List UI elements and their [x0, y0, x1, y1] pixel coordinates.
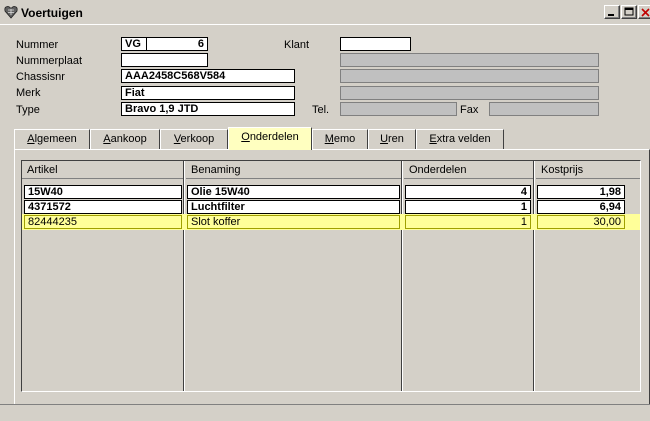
column-separator[interactable]	[533, 161, 535, 391]
status-bar	[0, 404, 650, 421]
column-header-artikel[interactable]: Artikel	[22, 161, 184, 179]
fax-label: Fax	[460, 104, 479, 116]
type-field[interactable]: Bravo 1,9 JTD	[121, 102, 295, 116]
klant-address-field	[340, 69, 599, 83]
window-title: Voertuigen	[21, 6, 83, 20]
cell-kostprijs[interactable]: 1,98	[537, 185, 625, 199]
tab-onderdelen[interactable]: Onderdelen	[228, 127, 312, 150]
tab-memo[interactable]: Memo	[312, 129, 368, 149]
nummerplaat-label: Nummerplaat	[16, 55, 83, 67]
fax-field	[489, 102, 599, 116]
close-icon	[641, 8, 650, 17]
close-button[interactable]	[638, 5, 650, 19]
cell-artikel[interactable]: 4371572	[24, 200, 182, 214]
cell-benaming[interactable]: Olie 15W40	[187, 185, 400, 199]
cell-onderdelen[interactable]: 4	[405, 185, 531, 199]
heart-shield-icon	[4, 6, 18, 19]
tel-field	[340, 102, 457, 116]
column-separator[interactable]	[183, 161, 185, 391]
type-label: Type	[16, 104, 40, 116]
chassisnr-label: Chassisnr	[16, 71, 65, 83]
column-header-benaming[interactable]: Benaming	[186, 161, 402, 179]
maximize-button[interactable]	[621, 5, 637, 19]
klant-field[interactable]	[340, 37, 411, 51]
cell-artikel[interactable]: 15W40	[24, 185, 182, 199]
klant-name-field	[340, 53, 599, 67]
merk-label: Merk	[16, 87, 41, 99]
column-separator[interactable]	[401, 161, 403, 391]
title-bar[interactable]	[0, 0, 650, 25]
nummer-label: Nummer	[16, 39, 59, 51]
nummer-field[interactable]: 6	[146, 37, 208, 51]
merk-field[interactable]: Fiat	[121, 86, 295, 100]
tab-uren[interactable]: Uren	[368, 129, 416, 149]
tel-label: Tel.	[312, 104, 330, 116]
tab-algemeen[interactable]: Algemeen	[14, 129, 90, 149]
cell-benaming[interactable]: Slot koffer	[187, 215, 400, 229]
maximize-icon	[624, 7, 634, 16]
tab-aankoop[interactable]: Aankoop	[90, 129, 160, 149]
minimize-icon	[608, 14, 614, 16]
tab-extra-velden[interactable]: Extra velden	[416, 129, 504, 149]
cell-kostprijs[interactable]: 6,94	[537, 200, 625, 214]
cell-onderdelen[interactable]: 1	[405, 200, 531, 214]
column-header-kostprijs[interactable]: Kostprijs	[536, 161, 640, 179]
cell-kostprijs-editing[interactable]: 30,00	[537, 215, 625, 229]
tab-verkoop[interactable]: Verkoop	[160, 129, 228, 149]
minimize-button[interactable]	[604, 5, 620, 19]
chassisnr-field[interactable]: AAA2458C568V584	[121, 69, 295, 83]
cell-benaming[interactable]: Luchtfilter	[187, 200, 400, 214]
nummerplaat-field[interactable]	[121, 53, 208, 67]
klant-label: Klant	[284, 39, 310, 51]
cell-artikel[interactable]: 82444235	[24, 215, 182, 229]
klant-city-field	[340, 86, 599, 100]
nummer-prefix-field[interactable]: VG	[121, 37, 147, 51]
cell-onderdelen[interactable]: 1	[405, 215, 531, 229]
column-header-onderdelen[interactable]: Onderdelen	[404, 161, 534, 179]
